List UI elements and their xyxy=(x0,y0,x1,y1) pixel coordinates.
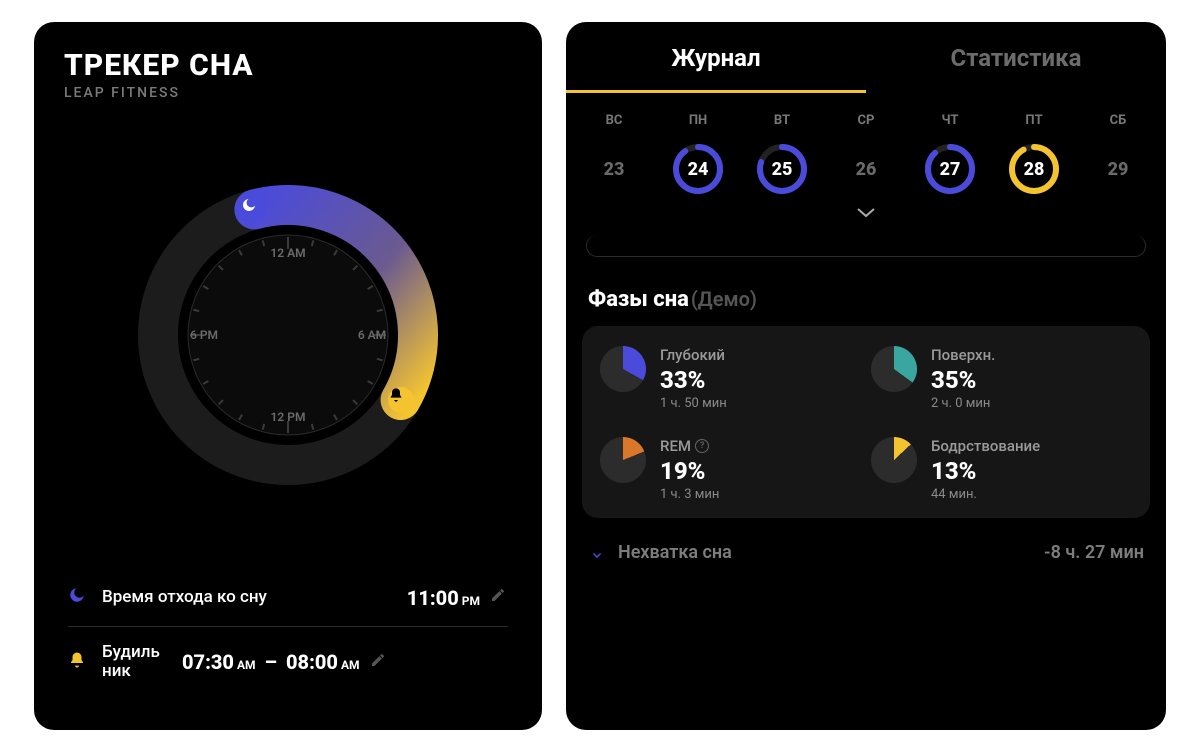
day-ring: 28 xyxy=(1007,142,1061,196)
day-item[interactable]: СР 26 xyxy=(830,113,902,196)
moon-icon xyxy=(68,586,90,609)
phase-label: REM ? xyxy=(660,437,719,455)
day-item[interactable]: ВТ 25 xyxy=(746,113,818,196)
day-item[interactable]: СБ 29 xyxy=(1082,113,1154,196)
day-ring: 26 xyxy=(839,142,893,196)
day-item[interactable]: ПТ 28 xyxy=(998,113,1070,196)
day-item[interactable]: ЧТ 27 xyxy=(914,113,986,196)
bell-icon xyxy=(388,387,404,403)
arrow-down-icon xyxy=(588,544,606,562)
day-name: ПТ xyxy=(1025,113,1042,128)
phase-pie-icon xyxy=(871,437,917,483)
deficit-value: -8 ч. 27 мин xyxy=(1044,542,1144,563)
phase-percent: 13% xyxy=(931,457,1040,485)
tab-stats[interactable]: Статистика xyxy=(866,22,1166,93)
day-ring: 29 xyxy=(1091,142,1145,196)
sleep-deficit-row[interactable]: Нехватка сна -8 ч. 27 мин xyxy=(588,542,1144,563)
day-item[interactable]: ВС 23 xyxy=(578,113,650,196)
tabs: Журнал Статистика xyxy=(566,22,1166,93)
day-item[interactable]: ПН 24 xyxy=(662,113,734,196)
expand-week-button[interactable] xyxy=(566,196,1166,229)
alarm-time-range: 07:30AM – 08:00AM xyxy=(182,650,360,674)
day-name: ВТ xyxy=(774,113,790,128)
edit-icon[interactable] xyxy=(490,587,508,608)
phase-duration: 2 ч. 0 мин xyxy=(931,396,995,411)
phase-duration: 1 ч. 50 мин xyxy=(660,396,727,411)
app-title: ТРЕКЕР СНА xyxy=(64,48,512,83)
day-number: 25 xyxy=(772,159,793,180)
phase-item: REM ? 19% 1 ч. 3 мин xyxy=(600,437,861,502)
day-number: 24 xyxy=(688,159,709,180)
schedule-section: Время отхода ко сну 11:00PM Будиль ник 0… xyxy=(64,570,512,704)
day-ring: 27 xyxy=(923,142,977,196)
deficit-label: Нехватка сна xyxy=(618,542,732,563)
phase-label: Глубокий xyxy=(660,346,727,364)
app-subtitle: LEAP FITNESS xyxy=(64,85,512,101)
clock-label-12pm: 12 PM xyxy=(271,410,306,424)
phase-percent: 33% xyxy=(660,366,727,394)
day-name: ПН xyxy=(689,113,707,128)
phase-label: Бодрствование xyxy=(931,437,1040,455)
clock-label-6pm: 6 PM xyxy=(190,328,218,342)
phase-duration: 1 ч. 3 мин xyxy=(660,487,719,502)
phases-title: Фазы сна(Демо) xyxy=(566,257,1166,326)
day-name: СР xyxy=(858,113,875,128)
timeline-bar xyxy=(586,235,1146,257)
day-number: 23 xyxy=(604,159,625,180)
phase-duration: 44 мин. xyxy=(931,487,1040,502)
day-name: ЧТ xyxy=(942,113,959,128)
week-day-picker: ВС 23 ПН 24 ВТ 25 СР 26 ЧТ 27 ПТ 28 СБ xyxy=(566,93,1166,196)
clock-dial xyxy=(128,175,448,495)
day-name: СБ xyxy=(1110,113,1127,128)
bedtime-row[interactable]: Время отхода ко сну 11:00PM xyxy=(68,570,508,626)
clock-label-6am: 6 AM xyxy=(358,328,386,342)
day-name: ВС xyxy=(606,113,623,128)
day-number: 29 xyxy=(1108,159,1129,180)
moon-icon xyxy=(241,197,257,213)
phase-item: Бодрствование 13% 44 мин. xyxy=(871,437,1132,502)
tab-journal[interactable]: Журнал xyxy=(566,22,866,93)
day-ring: 24 xyxy=(671,142,725,196)
alarm-label: Будиль ник xyxy=(102,643,182,682)
day-number: 27 xyxy=(940,159,961,180)
edit-icon[interactable] xyxy=(370,652,388,673)
bedtime-time: 11:00PM xyxy=(407,586,480,610)
phase-percent: 35% xyxy=(931,366,995,394)
help-icon[interactable]: ? xyxy=(695,439,709,453)
sleep-clock[interactable]: 12 AM 6 AM 12 PM 6 PM xyxy=(64,101,512,570)
phase-percent: 19% xyxy=(660,457,719,485)
phase-pie-icon xyxy=(871,346,917,392)
day-number: 26 xyxy=(856,159,877,180)
day-ring: 25 xyxy=(755,142,809,196)
phase-item: Поверхн. 35% 2 ч. 0 мин xyxy=(871,346,1132,411)
day-ring: 23 xyxy=(587,142,641,196)
phase-pie-icon xyxy=(600,437,646,483)
clock-label-12am: 12 AM xyxy=(270,246,305,260)
alarm-row[interactable]: Будиль ник 07:30AM – 08:00AM xyxy=(68,626,508,698)
left-header: ТРЕКЕР СНА LEAP FITNESS xyxy=(64,48,512,101)
chevron-down-icon xyxy=(856,207,876,219)
phases-card: Глубокий 33% 1 ч. 50 мин Поверхн. 35% 2 … xyxy=(582,326,1150,518)
journal-panel: Журнал Статистика ВС 23 ПН 24 ВТ 25 СР 2… xyxy=(566,22,1166,730)
alarm-handle[interactable] xyxy=(388,387,414,413)
phase-item: Глубокий 33% 1 ч. 50 мин xyxy=(600,346,861,411)
phase-label: Поверхн. xyxy=(931,346,995,364)
bedtime-label: Время отхода ко сну xyxy=(102,588,407,608)
bell-icon xyxy=(68,651,90,674)
phase-pie-icon xyxy=(600,346,646,392)
day-number: 28 xyxy=(1024,159,1045,180)
sleep-tracker-panel: ТРЕКЕР СНА LEAP FITNESS xyxy=(34,22,542,730)
